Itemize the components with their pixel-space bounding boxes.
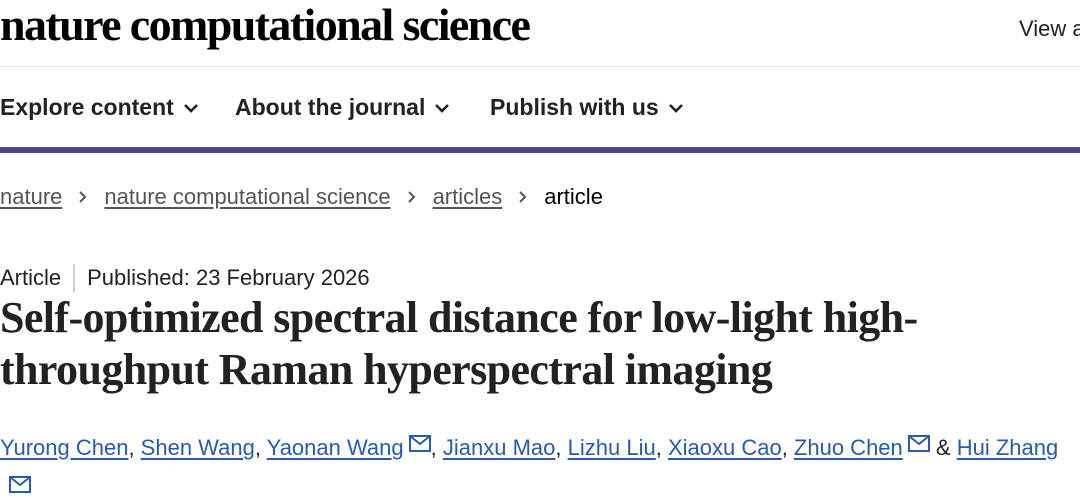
breadcrumb-nature[interactable]: nature	[0, 184, 62, 210]
nav-explore-content[interactable]: Explore content	[0, 94, 199, 121]
nav-label: Explore content	[0, 94, 174, 120]
title-line: throughput Raman hyperspectral imaging	[0, 345, 773, 394]
author-conjunction: &	[935, 435, 951, 460]
site-header: nature computational science View a	[0, 0, 1080, 67]
author-link[interactable]: Jianxu Mao	[443, 435, 556, 460]
chevron-right-icon	[519, 191, 527, 203]
author-separator: ,	[781, 435, 794, 460]
article-meta: Article Published: 23 February 2026	[0, 264, 370, 292]
author-separator: ,	[128, 435, 141, 460]
nav-about-journal[interactable]: About the journal	[235, 94, 450, 121]
breadcrumb-articles[interactable]: articles	[433, 184, 503, 210]
breadcrumb-journal[interactable]: nature computational science	[104, 184, 390, 210]
chevron-right-icon	[79, 191, 87, 203]
author-separator: ,	[555, 435, 568, 460]
nav-label: About the journal	[235, 94, 426, 120]
article-title: Self-optimized spectral distance for low…	[0, 292, 1080, 396]
chevron-down-icon	[668, 103, 683, 113]
nav-divider	[0, 147, 1080, 153]
author-link[interactable]: Xiaoxu Cao	[668, 435, 782, 460]
view-all-journals-link[interactable]: View a	[1019, 16, 1080, 42]
nav-label: Publish with us	[490, 94, 659, 120]
article-type: Article	[0, 265, 62, 290]
author-separator: ,	[430, 435, 443, 460]
chevron-down-icon	[435, 103, 450, 113]
title-line: Self-optimized spectral distance for low…	[0, 293, 918, 342]
mail-icon[interactable]	[9, 476, 31, 493]
author-link[interactable]: Hui Zhang	[957, 435, 1059, 460]
breadcrumb-current: article	[544, 184, 603, 209]
author-link[interactable]: Lizhu Liu	[568, 435, 656, 460]
author-link[interactable]: Shen Wang	[141, 435, 255, 460]
mail-icon[interactable]	[408, 435, 431, 452]
author-separator: ,	[655, 435, 668, 460]
published-date: Published: 23 February 2026	[87, 265, 370, 290]
journal-logo[interactable]: nature computational science	[0, 0, 531, 51]
author-link[interactable]: Yurong Chen	[0, 435, 128, 460]
meta-divider	[73, 264, 76, 292]
author-link[interactable]: Yaonan Wang	[267, 435, 404, 460]
mail-icon[interactable]	[907, 435, 930, 452]
main-nav: Explore content About the journal Publis…	[0, 67, 1080, 147]
chevron-right-icon	[407, 191, 415, 203]
author-separator: ,	[254, 435, 267, 460]
breadcrumb: nature nature computational science arti…	[0, 184, 603, 210]
chevron-down-icon	[183, 103, 198, 113]
author-list: Yurong Chen, Shen Wang, Yaonan Wang, Jia…	[0, 428, 1080, 468]
nav-publish-with-us[interactable]: Publish with us	[490, 94, 684, 121]
author-link[interactable]: Zhuo Chen	[794, 435, 903, 460]
